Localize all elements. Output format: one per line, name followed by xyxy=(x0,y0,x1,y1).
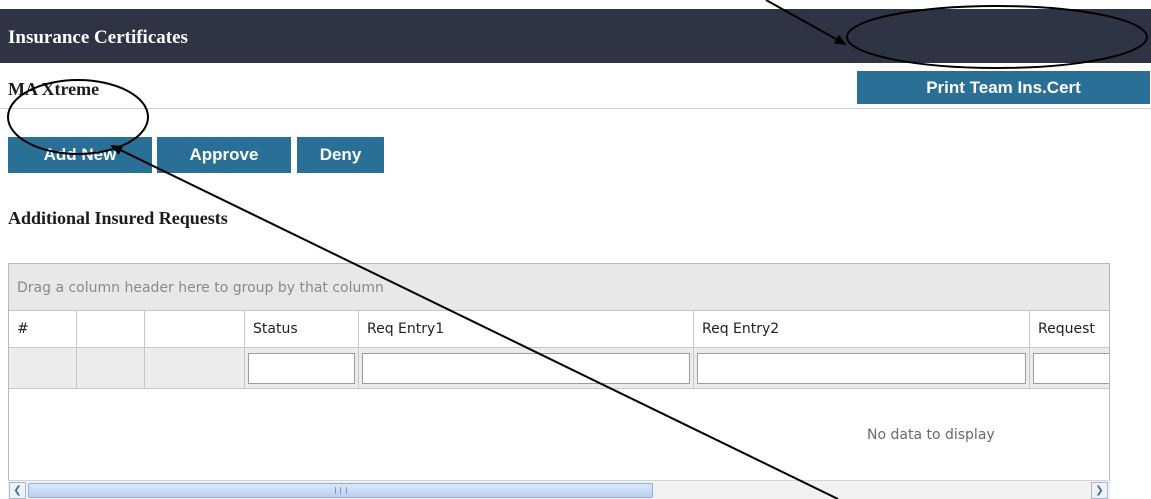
annotation-arrow-top xyxy=(765,0,847,45)
annotation-overlay xyxy=(7,0,1148,499)
annotation-ellipse-team-name xyxy=(7,79,149,155)
annotation-arrow-bottom xyxy=(110,145,839,499)
annotation-ellipse-title-bar xyxy=(846,5,1148,69)
